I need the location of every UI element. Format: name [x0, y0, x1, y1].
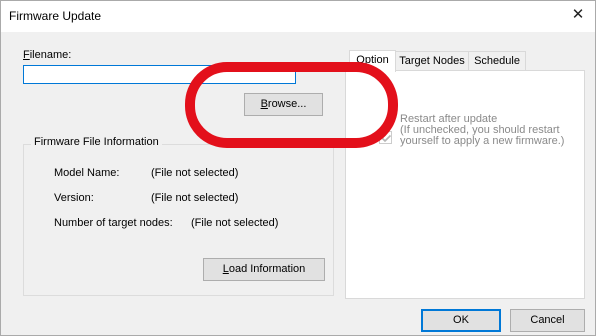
firmware-info-group-title: Firmware File Information [31, 136, 162, 148]
close-icon[interactable]: ✕ [561, 1, 595, 31]
model-name-value: (File not selected) [151, 167, 239, 179]
window-title: Firmware Update [9, 9, 102, 23]
tab-schedule[interactable]: Schedule [468, 51, 526, 71]
load-information-button[interactable]: Load Information [203, 258, 325, 281]
filename-input[interactable] [23, 65, 296, 84]
browse-button[interactable]: Browse... [244, 93, 323, 116]
title-bar: Firmware Update ✕ [1, 1, 595, 32]
tab-option[interactable]: Option [349, 50, 396, 72]
target-nodes-count-label: Number of target nodes: [54, 217, 173, 229]
restart-after-update-checkbox[interactable] [379, 131, 392, 144]
option-tab-panel [345, 70, 585, 299]
filename-label: Filename: [23, 49, 72, 61]
checkmark-icon [381, 134, 392, 143]
tab-target-nodes[interactable]: Target Nodes [395, 51, 469, 71]
target-nodes-count-value: (File not selected) [191, 217, 279, 229]
cancel-button[interactable]: Cancel [510, 309, 585, 332]
restart-note: (If unchecked, you should restart yourse… [400, 124, 565, 147]
ok-button[interactable]: OK [421, 309, 501, 332]
firmware-update-dialog: Firmware Update ✕ Filename: Browse... Fi… [0, 0, 596, 336]
version-value: (File not selected) [151, 192, 239, 204]
model-name-label: Model Name: [54, 167, 120, 179]
version-label: Version: [54, 192, 94, 204]
